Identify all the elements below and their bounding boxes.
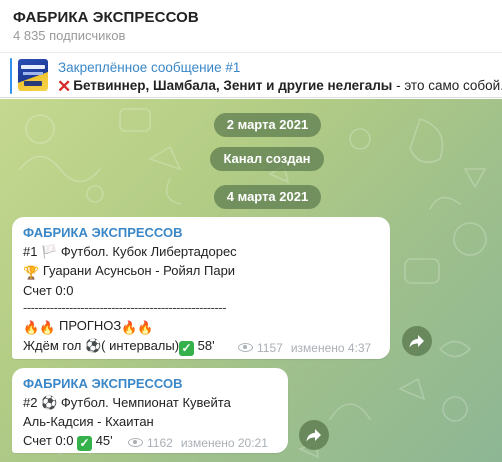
share-button[interactable] (402, 326, 432, 356)
message-line: #2 ⚽ Футбол. Чемпионат Кувейта (23, 395, 231, 410)
message-line: 🏆 Гуарани Асунсьон - Ройял Пари (23, 263, 235, 281)
share-arrow-icon (409, 335, 424, 348)
chat-area[interactable]: 2 марта 2021 Канал создан 4 марта 2021 Ф… (0, 99, 502, 462)
channel-created-notice: Канал создан (210, 147, 324, 171)
pinned-accent-bar (10, 58, 12, 94)
message-meta: 1157 изменено 4:37 (238, 341, 371, 355)
check-mark-icon: ✓ (179, 341, 195, 356)
pinned-text: ✕ Бетвиннер, Шамбала, Зенит и другие неле… (57, 77, 502, 96)
views-eye-icon (128, 438, 143, 447)
message-line: 🔥🔥 ПРОГНОЗ🔥🔥 (23, 318, 154, 336)
message-bubble[interactable]: ФАБРИКА ЭКСПРЕССОВ #2 ⚽ Футбол. Чемпиона… (12, 368, 288, 453)
forecast-label: ПРОГНОЗ (59, 318, 122, 333)
cross-mark-icon: ✕ (57, 77, 72, 96)
date-divider: 4 марта 2021 (214, 185, 321, 209)
message-sender[interactable]: ФАБРИКА ЭКСПРЕССОВ (23, 225, 183, 240)
views-eye-icon (238, 343, 253, 352)
chat-header[interactable]: ФАБРИКА ЭКСПРЕССОВ 4 835 подписчиков (0, 0, 502, 52)
views-count: 1162 (147, 436, 173, 450)
message-line: Аль-Кадсия - Кхаитан (23, 414, 154, 429)
pinned-text-bold: Бетвиннер, Шамбала, Зенит и другие нелег… (73, 78, 393, 93)
score-text: Счет 0:0 (23, 433, 74, 448)
edited-time: изменено 20:21 (180, 436, 268, 450)
message-separator: ----------------------------------------… (23, 300, 226, 315)
pinned-label: Закреплённое сообщение #1 (58, 60, 241, 75)
minute-text: 58' (194, 338, 215, 353)
message-meta: 1162 изменено 20:21 (128, 436, 268, 450)
pinned-thumbnail (18, 59, 48, 91)
date-divider: 2 марта 2021 (214, 113, 321, 137)
message-line: #1 🏳️ Футбол. Кубок Либертадорес (23, 244, 237, 259)
edited-time: изменено 4:37 (290, 341, 372, 355)
share-arrow-icon (306, 429, 321, 442)
views-count: 1157 (257, 341, 283, 355)
fire-icon: 🔥🔥 (121, 320, 154, 335)
message-line: Ждём гол ⚽( интервалы) ✓ 58' (23, 338, 215, 356)
message-line: Счет 0:0 ✓ 45' (23, 433, 113, 451)
message-line: Счет 0:0 (23, 283, 74, 298)
minute-text: 45' (92, 433, 113, 448)
pinned-message-bar[interactable]: Закреплённое сообщение #1 ✕ Бетвиннер, Ша… (0, 52, 502, 98)
message-sender[interactable]: ФАБРИКА ЭКСПРЕССОВ (23, 376, 183, 391)
match-teams: Гуарани Асунсьон - Ройял Пари (42, 263, 236, 278)
pinned-text-rest: - это само собой. (392, 78, 502, 93)
share-button[interactable] (299, 420, 329, 450)
fire-icon: 🔥🔥 (23, 320, 56, 335)
check-mark-icon: ✓ (77, 436, 93, 451)
channel-title[interactable]: ФАБРИКА ЭКСПРЕССОВ (13, 9, 199, 26)
forecast-text: Ждём гол ⚽( интервалы) (23, 338, 180, 353)
trophy-icon: 🏆 (23, 265, 40, 280)
subscriber-count: 4 835 подписчиков (13, 28, 126, 43)
message-bubble[interactable]: ФАБРИКА ЭКСПРЕССОВ #1 🏳️ Футбол. Кубок Л… (12, 217, 390, 359)
